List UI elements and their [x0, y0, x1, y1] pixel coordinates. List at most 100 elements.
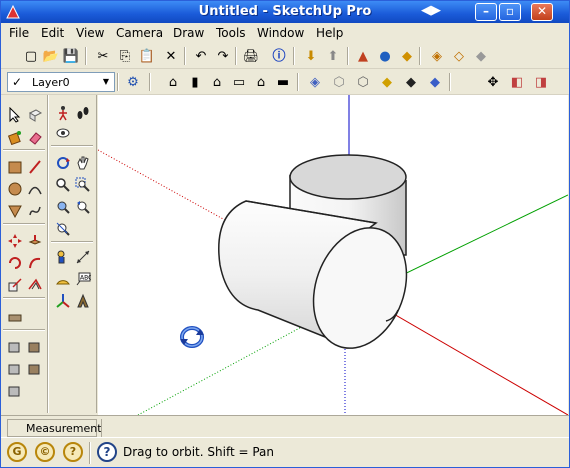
menu-edit[interactable]: Edit	[41, 26, 64, 40]
3d-text-icon[interactable]	[73, 291, 93, 311]
menu-window[interactable]: Window	[257, 26, 304, 40]
close-button[interactable]: ✕	[531, 3, 553, 21]
orbit-icon[interactable]	[53, 153, 73, 173]
rotate-icon[interactable]	[5, 253, 25, 273]
iso-view-icon[interactable]: ⌂	[163, 72, 183, 92]
menu-draw[interactable]: Draw	[173, 26, 204, 40]
photo-textures-icon[interactable]: ▲	[353, 46, 373, 66]
measurements-bar: Measurements	[1, 415, 569, 437]
menu-tools[interactable]: Tools	[216, 26, 246, 40]
credits-icon[interactable]: ©	[35, 442, 55, 462]
menu-help[interactable]: Help	[316, 26, 343, 40]
line-icon[interactable]	[25, 157, 45, 177]
place-model-icon[interactable]: ●	[375, 46, 395, 66]
menu-camera[interactable]: Camera	[116, 26, 163, 40]
push-pull-icon[interactable]	[25, 231, 45, 251]
zoom-extents-2-icon[interactable]	[53, 219, 73, 239]
menu-view[interactable]: View	[76, 26, 104, 40]
polygon-icon[interactable]	[5, 201, 25, 221]
axes-icon[interactable]	[53, 291, 73, 311]
select-icon[interactable]	[5, 105, 25, 125]
model-canvas[interactable]	[98, 95, 568, 415]
text-icon[interactable]: ABC	[73, 269, 93, 289]
extensions-icon[interactable]: ◇	[449, 46, 469, 66]
nav-arrows-icon[interactable]: ◀▶	[421, 3, 443, 21]
chevron-down-icon[interactable]: ▼	[100, 75, 112, 89]
arc-icon[interactable]	[25, 179, 45, 199]
drape-icon[interactable]	[5, 381, 25, 401]
position-camera-icon[interactable]	[53, 247, 73, 267]
preview-icon[interactable]: ◆	[397, 46, 417, 66]
save-icon[interactable]: 💾	[61, 46, 81, 66]
erase-icon[interactable]: ✕	[161, 46, 181, 66]
pan-icon[interactable]	[73, 153, 93, 173]
monochrome-icon[interactable]: ◆	[425, 72, 445, 92]
circle-icon[interactable]	[5, 179, 25, 199]
xray-icon[interactable]: ◈	[305, 72, 325, 92]
minimize-button[interactable]: –	[475, 3, 497, 21]
sandbox-contours-icon[interactable]	[5, 337, 25, 357]
hidden-line-icon[interactable]: ⬡	[353, 72, 373, 92]
layer-dropdown[interactable]: ✓ Layer0 ▼	[7, 72, 115, 92]
footprint-icon[interactable]	[73, 103, 93, 123]
menu-bar: File Edit View Camera Draw Tools Window …	[1, 23, 569, 43]
dimension-icon[interactable]	[73, 247, 93, 267]
sandbox-icon[interactable]	[5, 307, 25, 327]
zoom-extents-icon[interactable]	[53, 197, 73, 217]
model-info-icon[interactable]: ⓘ	[269, 46, 289, 66]
stamp-icon[interactable]	[25, 359, 45, 379]
paste-icon[interactable]: 📋	[137, 46, 157, 66]
shaded-texture-icon[interactable]: ◆	[401, 72, 421, 92]
rectangle-icon[interactable]	[5, 157, 25, 177]
tee-model[interactable]	[218, 154, 423, 361]
look-around-icon[interactable]	[53, 123, 73, 143]
drawing-viewport[interactable]	[98, 95, 568, 415]
orbit-cursor-icon	[180, 326, 204, 348]
shaded-icon[interactable]: ◆	[377, 72, 397, 92]
share-component-icon[interactable]: ◈	[427, 46, 447, 66]
cut-icon[interactable]: ✂	[93, 46, 113, 66]
component-icon[interactable]	[25, 105, 45, 125]
previous-icon[interactable]	[73, 197, 93, 217]
geo-location-icon[interactable]: G	[7, 442, 27, 462]
user-icon[interactable]: ?	[63, 442, 83, 462]
new-icon[interactable]: ▢	[21, 46, 41, 66]
instructor-help-icon[interactable]: ?	[97, 442, 117, 462]
menu-file[interactable]: File	[9, 26, 29, 40]
undo-icon[interactable]: ↶	[191, 46, 211, 66]
smoove-icon[interactable]	[5, 359, 25, 379]
top-view-icon[interactable]: ▮	[185, 72, 205, 92]
layer-manager-icon[interactable]: ⚙	[123, 72, 143, 92]
display-section-icon[interactable]: ◧	[507, 72, 527, 92]
follow-me-icon[interactable]	[25, 253, 45, 273]
title-bar[interactable]: Untitled - SketchUp Pro ◀▶ – ▫ ✕	[1, 1, 569, 23]
open-icon[interactable]: 📂	[41, 46, 61, 66]
protractor-icon[interactable]	[53, 269, 73, 289]
left-view-icon[interactable]: ▬	[273, 72, 293, 92]
section-plane-icon[interactable]: ✥	[483, 72, 503, 92]
move-icon[interactable]	[5, 231, 25, 251]
eraser-icon[interactable]	[25, 127, 45, 147]
copy-icon[interactable]: ⎘	[115, 46, 135, 66]
zoom-window-icon[interactable]	[73, 175, 93, 195]
share-model-icon[interactable]: ⬆	[323, 46, 343, 66]
measurements-input[interactable]	[101, 419, 565, 437]
scale-icon[interactable]	[5, 275, 25, 295]
redo-icon[interactable]: ↷	[213, 46, 233, 66]
get-models-icon[interactable]: ⬇	[301, 46, 321, 66]
toolbar-separator	[419, 47, 421, 65]
offset-icon[interactable]	[25, 275, 45, 295]
front-view-icon[interactable]: ⌂	[207, 72, 227, 92]
sandbox-scratch-icon[interactable]	[25, 337, 45, 357]
wireframe-icon[interactable]: ⬡	[329, 72, 349, 92]
back-view-icon[interactable]: ⌂	[251, 72, 271, 92]
maximize-button[interactable]: ▫	[499, 3, 521, 21]
walk-icon[interactable]	[53, 103, 73, 123]
freehand-icon[interactable]	[25, 201, 45, 221]
display-cuts-icon[interactable]: ◨	[531, 72, 551, 92]
dynamic-components-icon[interactable]: ◆	[471, 46, 491, 66]
print-icon[interactable]: 🖨	[241, 46, 261, 66]
right-view-icon[interactable]: ▭	[229, 72, 249, 92]
paint-bucket-icon[interactable]	[5, 127, 25, 147]
zoom-icon[interactable]	[53, 175, 73, 195]
